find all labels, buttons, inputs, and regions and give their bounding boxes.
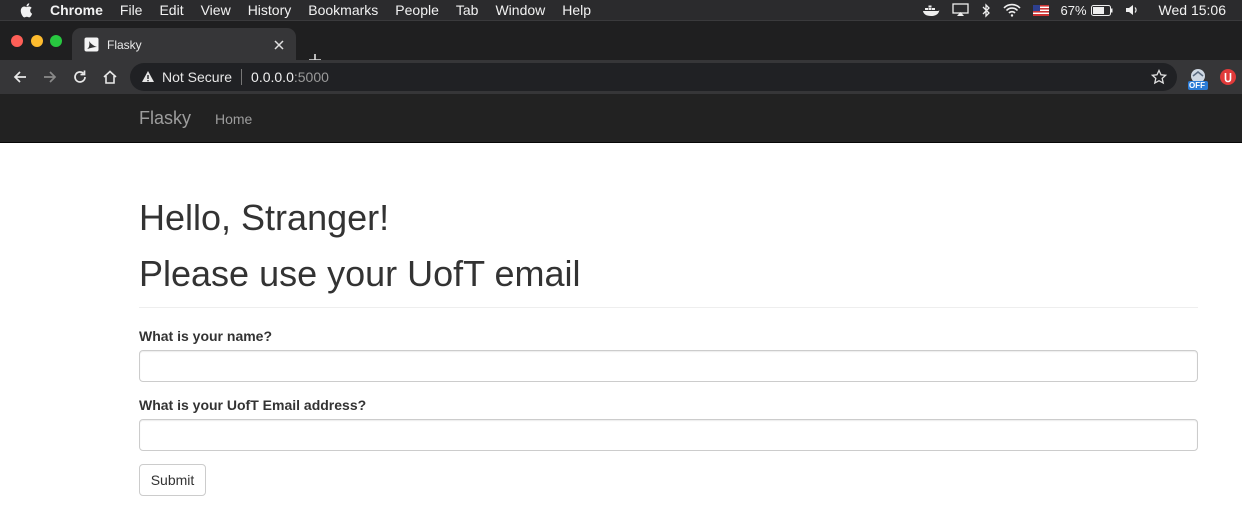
wifi-icon[interactable] (1002, 3, 1021, 17)
menu-bar-status-area: 67% Wed 15:06 (910, 0, 1226, 20)
bluetooth-icon[interactable] (981, 2, 991, 18)
menu-history[interactable]: History (248, 2, 292, 18)
menu-view[interactable]: View (201, 2, 231, 18)
flask-favicon-icon (84, 37, 99, 52)
battery-icon[interactable] (1090, 4, 1113, 16)
omnibox-divider (241, 69, 243, 85)
not-secure-warning-icon[interactable] (141, 70, 155, 84)
tab-close-icon[interactable] (271, 37, 287, 53)
instruction-heading: Please use your UofT email (139, 253, 581, 294)
window-minimize-button[interactable] (31, 35, 43, 47)
navbar-brand[interactable]: Flasky (139, 108, 191, 129)
security-label[interactable]: Not Secure (162, 69, 232, 85)
airplay-icon[interactable] (951, 3, 969, 17)
macos-menu-bar: Chrome File Edit View History Bookmarks … (0, 0, 1242, 20)
browser-toolbar: Not Secure 0.0.0.0:5000 OFF (0, 60, 1242, 94)
menu-file[interactable]: File (120, 2, 143, 18)
menu-window[interactable]: Window (495, 2, 545, 18)
email-label: What is your UofT Email address? (139, 397, 367, 413)
us-flag-icon[interactable] (1032, 4, 1049, 16)
menu-tab[interactable]: Tab (456, 2, 479, 18)
extension-off-badge: OFF (1189, 81, 1205, 90)
url-port: :5000 (293, 69, 329, 85)
header-divider (139, 307, 1198, 308)
greeting-heading: Hello, Stranger! (139, 197, 390, 238)
email-input[interactable] (139, 419, 1198, 451)
forward-arrow-icon[interactable] (39, 66, 61, 88)
menu-bar-clock[interactable]: Wed 15:06 (1159, 2, 1226, 18)
apple-icon[interactable] (16, 0, 36, 20)
submit-button[interactable]: Submit (139, 464, 206, 496)
extension-off-icon[interactable]: OFF (1186, 67, 1208, 90)
home-icon[interactable] (99, 66, 121, 88)
menu-help[interactable]: Help (562, 2, 591, 18)
tab-flasky[interactable]: Flasky (72, 28, 296, 61)
name-input[interactable] (139, 350, 1198, 382)
back-arrow-icon[interactable] (9, 66, 31, 88)
tab-title: Flasky (107, 37, 142, 52)
menu-edit[interactable]: Edit (159, 2, 183, 18)
browser-tab-strip: Flasky (0, 20, 1242, 66)
menu-bookmarks[interactable]: Bookmarks (308, 2, 378, 18)
volume-icon[interactable] (1125, 4, 1139, 16)
battery-percent: 67% (1060, 2, 1087, 18)
menu-chrome[interactable]: Chrome (50, 2, 103, 18)
docker-icon[interactable] (922, 4, 940, 17)
window-zoom-button[interactable] (50, 35, 62, 47)
extension-shield-icon[interactable] (1219, 67, 1241, 89)
bookmark-star-icon[interactable] (1150, 68, 1168, 85)
reload-icon[interactable] (69, 66, 91, 88)
name-label: What is your name? (139, 328, 273, 344)
menu-people[interactable]: People (395, 2, 439, 18)
site-navbar: Flasky Home (0, 94, 1242, 143)
window-close-button[interactable] (11, 35, 23, 47)
nav-link-home[interactable]: Home (215, 111, 252, 127)
url-host: 0.0.0.0 (251, 69, 294, 85)
address-bar[interactable]: Not Secure 0.0.0.0:5000 (130, 63, 1177, 91)
